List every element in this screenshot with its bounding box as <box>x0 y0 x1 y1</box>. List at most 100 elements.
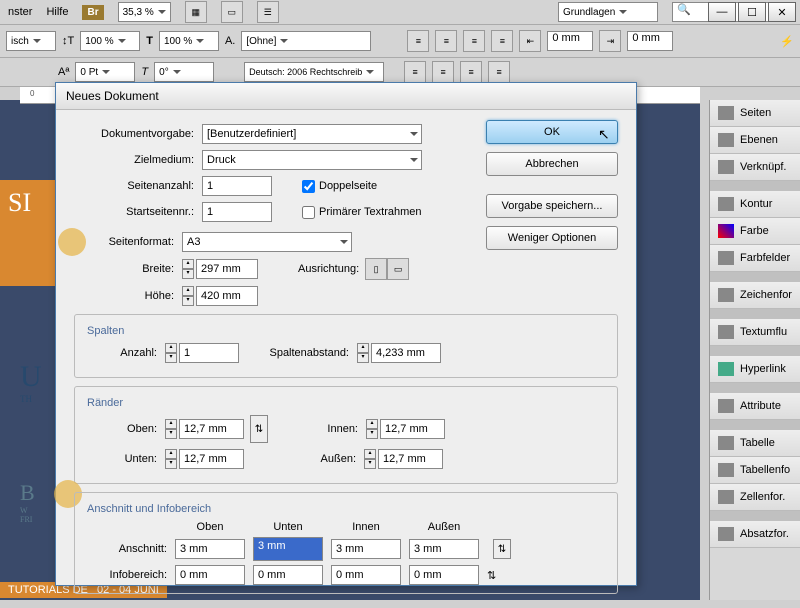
bg-u: UTH <box>20 360 42 404</box>
language[interactable]: Deutsch: 2006 Rechtschreib <box>244 62 384 82</box>
maximize-button[interactable]: ☐ <box>738 2 766 22</box>
pages-input[interactable] <box>202 176 272 196</box>
cols-n-input[interactable] <box>179 343 239 363</box>
scale-x[interactable]: 100 % <box>80 31 140 51</box>
close-button[interactable]: ✕ <box>768 2 796 22</box>
kern[interactable]: 0 Pt <box>75 62 135 82</box>
m-out-label: Außen: <box>266 453 364 465</box>
align-left-icon[interactable]: ≡ <box>407 30 429 52</box>
angle[interactable]: 0° <box>154 62 214 82</box>
height-label: Höhe: <box>104 290 182 302</box>
screen-mode-icon[interactable]: ▭ <box>221 1 243 23</box>
facing-label: Doppelseite <box>319 180 377 192</box>
columns-group: Spalten Anzahl: ▴▾ Spaltenabstand: ▴▾ <box>74 314 618 378</box>
preset-combo[interactable] <box>202 124 422 144</box>
cancel-button[interactable]: Abbrechen <box>486 152 618 176</box>
panel-swatches[interactable]: Farbfelder <box>710 245 800 272</box>
ok-button[interactable]: OK <box>486 120 618 144</box>
hd-top: Oben <box>175 521 245 533</box>
cols-g-input[interactable] <box>371 343 441 363</box>
facing-checkbox[interactable] <box>302 180 315 193</box>
margins-group: Ränder Oben: ▴▾ ⇅ Innen: ▴▾ Unten: ▴▾ Au… <box>74 386 618 484</box>
panel-stroke[interactable]: Kontur <box>710 191 800 218</box>
bleed-group: Anschnitt und Infobereich ObenUntenInnen… <box>74 492 618 594</box>
size-combo[interactable] <box>182 232 352 252</box>
portrait-icon[interactable]: ▯ <box>365 258 387 280</box>
link-bleed-icon[interactable]: ⇅ <box>493 539 511 559</box>
panel-parastyle[interactable]: Absatzfor. <box>710 521 800 548</box>
slug-in[interactable] <box>331 565 401 585</box>
panel-cellstyle[interactable]: Zellenfor. <box>710 484 800 511</box>
primary-checkbox[interactable] <box>302 206 315 219</box>
indent-right-icon[interactable]: ⇥ <box>599 30 621 52</box>
slug-bot[interactable] <box>253 565 323 585</box>
panel-charstyle[interactable]: Zeichenfor <box>710 282 800 309</box>
save-preset-button[interactable]: Vorgabe speichern... <box>486 194 618 218</box>
panel-table[interactable]: Tabelle <box>710 430 800 457</box>
panel-tablestyle[interactable]: Tabellenfo <box>710 457 800 484</box>
m-bot-input[interactable] <box>179 449 244 469</box>
arrange-icon[interactable]: ☰ <box>257 1 279 23</box>
width-input[interactable] <box>196 259 258 279</box>
panel-textwrap[interactable]: Textumflu <box>710 319 800 346</box>
justify-2-icon[interactable]: ≡ <box>432 61 454 83</box>
bleed-out[interactable] <box>409 539 479 559</box>
align-right-icon[interactable]: ≡ <box>463 30 485 52</box>
m-in-input[interactable] <box>380 419 445 439</box>
kern-icon: Aª <box>58 66 69 78</box>
width-label: Breite: <box>104 263 182 275</box>
preset-label: Dokumentvorgabe: <box>74 128 202 140</box>
panel-color[interactable]: Farbe <box>710 218 800 245</box>
intent-label: Zielmedium: <box>74 154 202 166</box>
char-style[interactable]: [Ohne] <box>241 31 371 51</box>
char-style-icon: A. <box>225 35 235 47</box>
bleed-in[interactable] <box>331 539 401 559</box>
width-field[interactable]: isch <box>6 31 56 51</box>
panels-dock: Seiten Ebenen Verknüpf. Kontur Farbe Far… <box>709 100 800 600</box>
bleed-top[interactable] <box>175 539 245 559</box>
view-options-icon[interactable]: ▦ <box>185 1 207 23</box>
justify-3-icon[interactable]: ≡ <box>460 61 482 83</box>
menu-help[interactable]: Hilfe <box>46 6 68 18</box>
zoom-select[interactable]: 35,3 % <box>118 2 171 22</box>
bridge-badge[interactable]: Br <box>82 5 103 20</box>
panel-pages[interactable]: Seiten <box>710 100 800 127</box>
minimize-button[interactable]: — <box>708 2 736 22</box>
primary-label: Primärer Textrahmen <box>319 206 422 218</box>
margins-title: Ränder <box>87 397 605 409</box>
scale-y[interactable]: 100 % <box>159 31 219 51</box>
m-top-input[interactable] <box>179 419 244 439</box>
start-label: Startseitennr.: <box>74 206 202 218</box>
m-bot-label: Unten: <box>87 453 165 465</box>
panel-hyperlink[interactable]: Hyperlink <box>710 356 800 383</box>
indent-left-icon[interactable]: ⇤ <box>519 30 541 52</box>
align-justify-icon[interactable]: ≡ <box>491 30 513 52</box>
skew-icon: T <box>141 66 148 78</box>
slug-top[interactable] <box>175 565 245 585</box>
bleed-bot[interactable]: 3 mm <box>253 537 323 561</box>
margin2[interactable]: 0 mm <box>627 31 673 51</box>
scale-x-icon: ↕T <box>62 35 74 47</box>
justify-4-icon[interactable]: ≡ <box>488 61 510 83</box>
landscape-icon[interactable]: ▭ <box>387 258 409 280</box>
align-center-icon[interactable]: ≡ <box>435 30 457 52</box>
fewer-options-button[interactable]: Weniger Optionen <box>486 226 618 250</box>
panel-layers[interactable]: Ebenen <box>710 127 800 154</box>
menu-window[interactable]: nster <box>8 6 32 18</box>
hd-bot: Unten <box>253 521 323 533</box>
panel-links[interactable]: Verknüpf. <box>710 154 800 181</box>
start-input[interactable] <box>202 202 272 222</box>
panel-attributes[interactable]: Attribute <box>710 393 800 420</box>
m-out-input[interactable] <box>378 449 443 469</box>
link-slug-icon[interactable]: ⇅ <box>487 569 507 582</box>
slug-out[interactable] <box>409 565 479 585</box>
intent-combo[interactable] <box>202 150 422 170</box>
justify-1-icon[interactable]: ≡ <box>404 61 426 83</box>
link-margins-icon[interactable]: ⇅ <box>250 415 268 443</box>
lightning-icon[interactable]: ⚡ <box>780 35 794 48</box>
scale-y-icon: T <box>146 35 153 47</box>
margin1[interactable]: 0 mm <box>547 31 593 51</box>
height-input[interactable] <box>196 286 258 306</box>
workspace-select[interactable]: Grundlagen <box>558 2 658 22</box>
slug-label: Infobereich: <box>87 569 167 581</box>
